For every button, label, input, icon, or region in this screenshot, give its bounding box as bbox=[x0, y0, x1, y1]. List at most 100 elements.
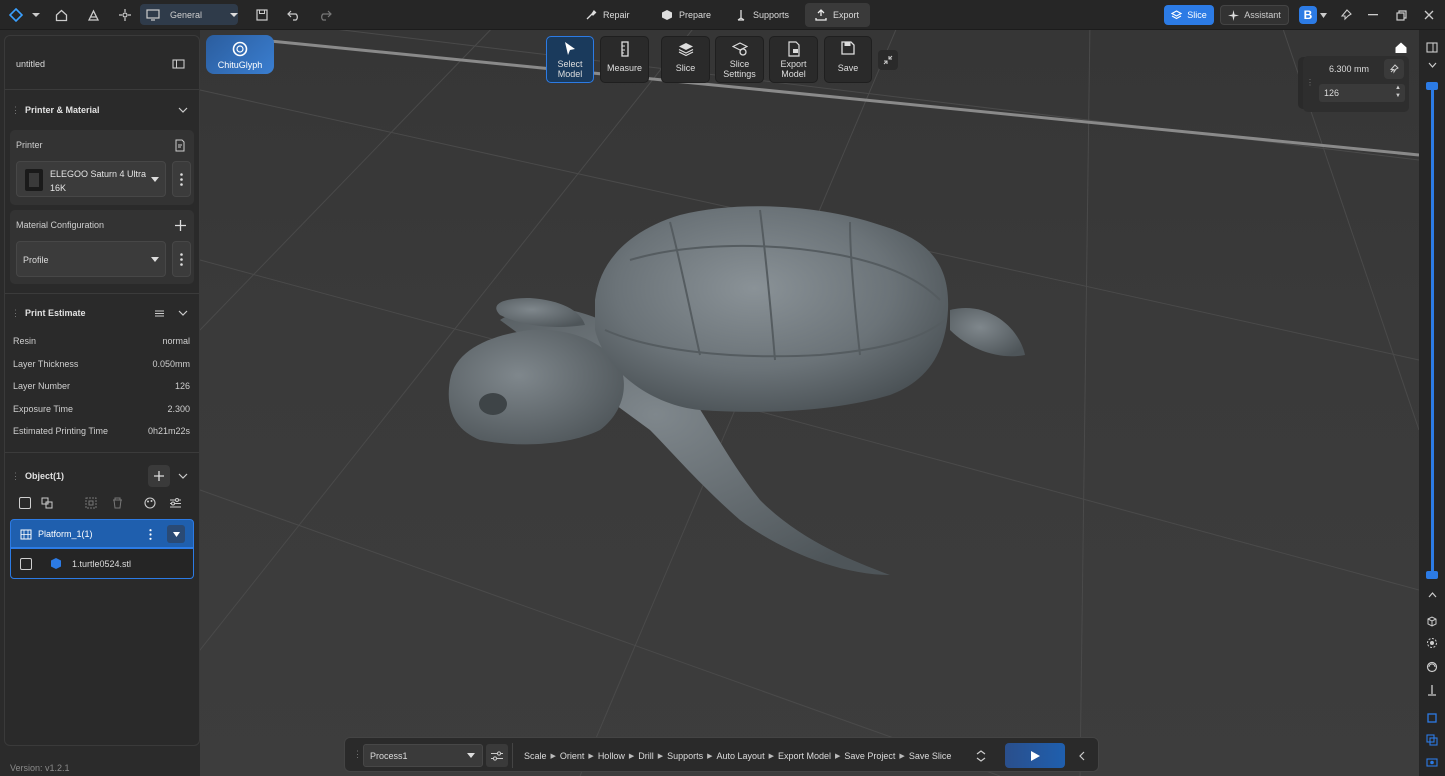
layer-slider-bottom-handle[interactable] bbox=[1426, 571, 1438, 579]
panel-toggle-icon[interactable] bbox=[1423, 38, 1441, 56]
list-icon[interactable] bbox=[155, 310, 164, 317]
drag-handle-icon[interactable]: ⋮ bbox=[11, 471, 20, 482]
step-save-slice[interactable]: Save Slice bbox=[909, 751, 952, 761]
save-file-icon[interactable] bbox=[254, 6, 270, 24]
step-export-model[interactable]: Export Model bbox=[778, 751, 831, 761]
sidebar-toggle-icon[interactable] bbox=[172, 59, 185, 69]
chituglyph-badge[interactable]: ChituGlyph bbox=[206, 35, 274, 74]
step-arrow-icon: ▶ bbox=[899, 752, 905, 760]
collapse-toolbar-icon[interactable] bbox=[878, 50, 898, 70]
pin-icon[interactable] bbox=[1384, 59, 1404, 79]
layer-slider-track[interactable] bbox=[1431, 86, 1434, 576]
close-icon[interactable] bbox=[1420, 6, 1438, 24]
palette-icon[interactable] bbox=[144, 497, 156, 509]
printer-select[interactable]: ELEGOO Saturn 4 Ultra 16K bbox=[16, 161, 166, 197]
pin-window-icon[interactable] bbox=[1338, 6, 1354, 24]
nav-prepare[interactable]: Prepare bbox=[651, 3, 721, 27]
stepper-arrows-icon[interactable]: ▲ ▼ bbox=[1395, 84, 1401, 100]
printer-more-button[interactable] bbox=[172, 161, 191, 197]
app-menu-chevron-icon[interactable] bbox=[30, 8, 42, 22]
restore-icon[interactable] bbox=[1392, 6, 1410, 24]
sliders-icon bbox=[491, 750, 503, 761]
account-menu[interactable]: B bbox=[1296, 5, 1330, 25]
support-view-icon[interactable] bbox=[1423, 681, 1441, 699]
object-row[interactable]: 1.turtle0524.stl bbox=[10, 548, 194, 579]
filter-sliders-icon[interactable] bbox=[169, 497, 182, 509]
object-checkbox[interactable] bbox=[20, 558, 32, 570]
profile-select[interactable]: Profile bbox=[16, 241, 166, 277]
nav-export[interactable]: Export bbox=[805, 3, 870, 27]
assistant-button[interactable]: Assistant bbox=[1220, 5, 1289, 25]
step-save-project[interactable]: Save Project bbox=[844, 751, 895, 761]
nav-repair[interactable]: Repair bbox=[575, 3, 640, 27]
step-drill[interactable]: Drill bbox=[638, 751, 654, 761]
group-icon[interactable] bbox=[41, 497, 53, 509]
turtle-model[interactable] bbox=[448, 206, 1025, 575]
prepare-icon bbox=[662, 10, 672, 20]
slice-settings-button[interactable]: Slice Settings bbox=[715, 36, 764, 83]
undo-icon[interactable] bbox=[285, 6, 303, 24]
add-material-icon[interactable] bbox=[175, 220, 186, 231]
add-object-button[interactable] bbox=[148, 465, 170, 487]
trash-icon[interactable] bbox=[112, 497, 123, 509]
printer-material-header[interactable]: ⋮ Printer & Material bbox=[5, 100, 199, 120]
drag-handle-icon[interactable]: ⋮ bbox=[11, 105, 20, 116]
objects-header[interactable]: ⋮ Object(1) bbox=[5, 464, 199, 488]
chevron-up-icon[interactable] bbox=[1423, 588, 1441, 602]
printer-resolution: 16K bbox=[50, 183, 67, 193]
redo-icon[interactable] bbox=[316, 6, 334, 24]
drag-handle-icon[interactable]: ⋮ bbox=[353, 749, 362, 760]
model-library-icon[interactable] bbox=[84, 6, 102, 24]
resin-value: normal bbox=[162, 336, 190, 346]
measure-button[interactable]: Measure bbox=[600, 36, 649, 83]
ungroup-icon[interactable] bbox=[85, 497, 97, 509]
chevron-down-icon[interactable] bbox=[1423, 58, 1441, 72]
home-view-icon[interactable] bbox=[1392, 38, 1410, 56]
step-hollow[interactable]: Hollow bbox=[598, 751, 625, 761]
platform-row[interactable]: Platform_1(1) bbox=[10, 519, 194, 548]
home-icon[interactable] bbox=[52, 6, 70, 24]
drag-handle-icon[interactable]: ⋮ bbox=[11, 308, 20, 319]
3d-viewport[interactable] bbox=[200, 30, 1419, 776]
platform-collapse-button[interactable] bbox=[167, 525, 185, 543]
select-all-checkbox[interactable] bbox=[19, 497, 31, 509]
step-scale[interactable]: Scale bbox=[524, 751, 547, 761]
slice-tool-button[interactable]: Slice bbox=[661, 36, 710, 83]
cube-view-icon[interactable] bbox=[1423, 612, 1441, 630]
printer-settings-icon[interactable] bbox=[174, 139, 186, 152]
drag-handle-icon[interactable]: ⋮ bbox=[1306, 78, 1314, 88]
save-button[interactable]: Save bbox=[824, 36, 872, 83]
chevron-down-icon[interactable] bbox=[178, 310, 188, 316]
minimize-icon[interactable] bbox=[1364, 6, 1382, 24]
camera-icon[interactable] bbox=[1423, 753, 1441, 771]
step-orient[interactable]: Orient bbox=[560, 751, 585, 761]
slice-button[interactable]: Slice bbox=[1164, 5, 1214, 25]
wireframe-view-icon[interactable] bbox=[1423, 709, 1441, 727]
layer-slider-top-handle[interactable] bbox=[1426, 82, 1438, 90]
process-select[interactable]: Process1 bbox=[363, 744, 483, 767]
rotate-view-icon[interactable] bbox=[1423, 658, 1441, 676]
printer-card: Printer ELEGOO Saturn 4 Ultra 16K bbox=[10, 130, 194, 205]
chevron-down-icon[interactable] bbox=[178, 473, 188, 479]
chevron-left-icon[interactable] bbox=[1075, 748, 1089, 764]
printer-thumbnail bbox=[25, 169, 43, 191]
step-auto-layout[interactable]: Auto Layout bbox=[717, 751, 765, 761]
print-estimate-header[interactable]: ⋮ Print Estimate bbox=[5, 303, 199, 323]
run-workflow-button[interactable] bbox=[1005, 743, 1065, 768]
network-icon[interactable] bbox=[116, 6, 134, 24]
nav-supports[interactable]: Supports bbox=[725, 3, 799, 27]
material-more-button[interactable] bbox=[172, 241, 191, 277]
app-logo-icon[interactable] bbox=[6, 6, 26, 24]
focus-target-icon[interactable] bbox=[1423, 634, 1441, 652]
workspace-selector[interactable]: General bbox=[140, 4, 238, 25]
chevron-down-icon[interactable] bbox=[178, 107, 188, 113]
chevron-down-icon bbox=[1320, 12, 1327, 18]
layer-number-input[interactable]: 126 ▲ ▼ bbox=[1319, 84, 1405, 102]
expand-collapse-icon[interactable] bbox=[973, 748, 989, 764]
kebab-menu-icon[interactable] bbox=[149, 529, 152, 540]
step-supports[interactable]: Supports bbox=[667, 751, 703, 761]
process-settings-button[interactable] bbox=[486, 744, 508, 767]
export-model-button[interactable]: Export Model bbox=[769, 36, 818, 83]
select-model-button[interactable]: Select Model bbox=[546, 36, 594, 83]
multi-view-icon[interactable] bbox=[1423, 731, 1441, 749]
